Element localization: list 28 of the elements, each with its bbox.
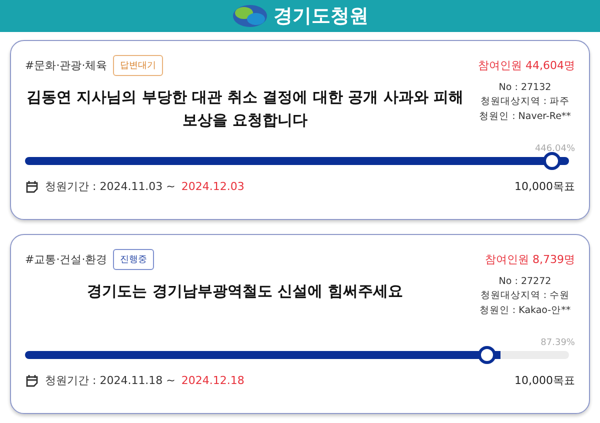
site-title: 경기도청원 — [274, 4, 368, 29]
petition-number: No : 27272 — [498, 276, 552, 287]
end-date: 2024.12.03 — [181, 180, 244, 193]
target-region: 청원대상지역 : 파주 — [480, 95, 570, 108]
petition-title[interactable]: 경기도는 경기남부광역철도 신설에 힘써주세요 — [25, 276, 475, 303]
progress-percent: 446.04% — [534, 144, 575, 154]
petition-card[interactable]: #문화·관광·체육 답변대기 참여인원 44,604명 김동연 지사님의 부당한 대관 취소 결정에 대한 공개 사과와 피해 보상을 요청합니다 No : 27132 청원대상지역 : 파주 청원인 : Naver-Re** 446.04% 청원기간 : 2024.11.03 ~ 2024.12.03 10,000목표 — [10, 40, 590, 220]
goal-count: 10,000목표 — [514, 373, 575, 388]
target-region: 청원대상지역 : 수원 — [480, 289, 570, 302]
progress-percent: 87.39% — [540, 338, 575, 348]
petitioner: 청원인 : Kakao-안** — [479, 304, 571, 317]
petition-number: No : 27132 — [498, 82, 552, 93]
status-badge: 진행중 — [113, 249, 154, 270]
petition-title[interactable]: 김동연 지사님의 부당한 대관 취소 결정에 대한 공개 사과와 피해 보상을 요청합니다 — [25, 82, 475, 132]
petitioner: 청원인 : Naver-Re** — [479, 110, 571, 123]
status-badge: 답변대기 — [113, 55, 164, 76]
calendar-icon — [25, 374, 39, 388]
end-date: 2024.12.18 — [181, 374, 244, 387]
petition-card[interactable]: #교통·건설·환경 진행중 참여인원 8,739명 경기도는 경기남부광역철도 신설에 힘써주세요 No : 27272 청원대상지역 : 수원 청원인 : Kakao-안** 87.39% 청원기간 : 2024.11.18 ~ 2024.12.18 10,000목표 — [10, 234, 590, 414]
participant-count: 참여인원 44,604명 — [478, 58, 575, 73]
calendar-icon — [25, 180, 39, 194]
petition-period: 청원기간 : 2024.11.03 ~ — [45, 179, 176, 194]
goal-count: 10,000목표 — [514, 179, 575, 194]
petition-period: 청원기간 : 2024.11.18 ~ — [45, 373, 176, 388]
category-tag: #교통·건설·환경 — [25, 252, 108, 267]
category-tag: #문화·관광·체육 — [25, 58, 108, 73]
participant-count: 참여인원 8,739명 — [485, 252, 575, 267]
logo-icon — [232, 4, 268, 28]
